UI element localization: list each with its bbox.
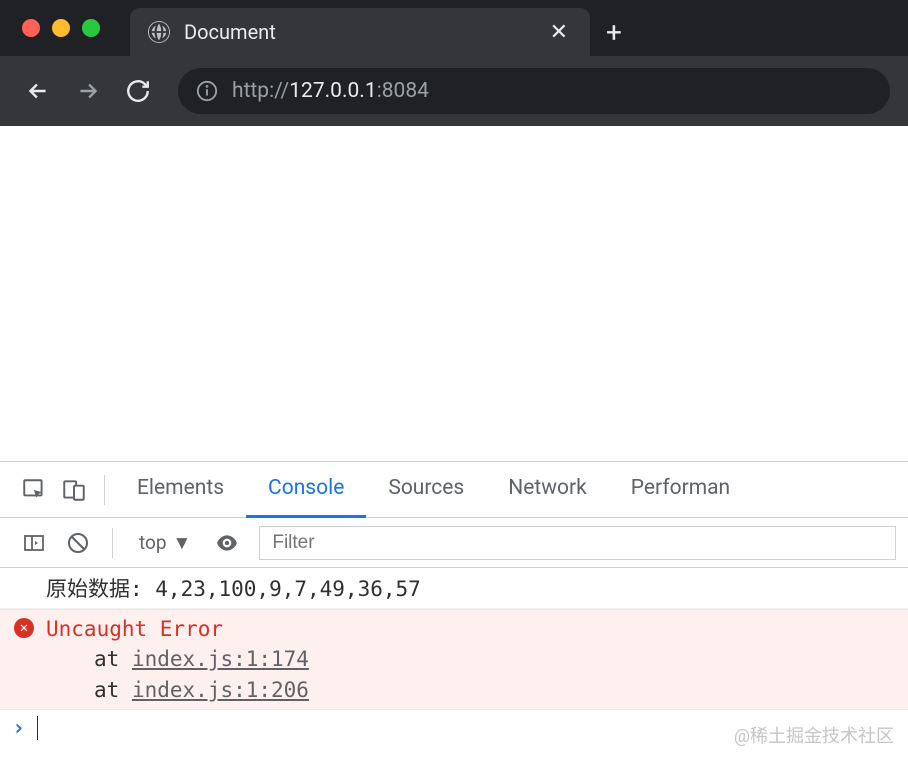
site-info-icon[interactable] [196,80,218,102]
context-label: top [139,531,167,554]
divider [112,528,113,558]
reload-button[interactable] [118,71,158,111]
tab-network[interactable]: Network [486,462,609,518]
tab-title: Document [184,20,532,44]
globe-icon [148,21,170,43]
error-body: Uncaught Error at index.js:1:174 at inde… [46,614,309,705]
tab-close-button[interactable]: ✕ [546,18,572,47]
page-content [0,126,908,461]
url-port: :8084 [377,79,429,103]
stack-link[interactable]: index.js:1:174 [132,647,309,671]
console-toolbar: top ▼ [0,518,908,568]
console-log-row[interactable]: 原始数据: 4,23,100,9,7,49,36,57 [0,568,908,609]
inspect-element-icon[interactable] [14,470,54,510]
watermark: @稀土掘金技术社区 [734,722,894,748]
divider [104,475,105,505]
console-error-row[interactable]: ✕ Uncaught Error at index.js:1:174 at in… [0,609,908,710]
tab-sources[interactable]: Sources [366,462,486,518]
browser-chrome: Document ✕ + http://127.0.0.1:8084 [0,0,908,126]
error-title: Uncaught Error [46,614,309,644]
url-protocol: http:// [232,79,289,103]
console-output: 原始数据: 4,23,100,9,7,49,36,57 ✕ Uncaught E… [0,568,908,746]
clear-console-icon[interactable] [58,523,98,563]
device-toolbar-icon[interactable] [54,470,94,510]
log-message: 原始数据: 4,23,100,9,7,49,36,57 [46,573,421,603]
console-sidebar-toggle-icon[interactable] [14,523,54,563]
tab-console[interactable]: Console [246,462,366,518]
back-button[interactable] [18,71,58,111]
console-filter-input[interactable] [259,526,896,560]
browser-toolbar: http://127.0.0.1:8084 [0,56,908,126]
error-icon: ✕ [14,618,34,638]
window-controls [0,0,130,56]
url-host: 127.0.0.1 [289,79,376,103]
stack-frame: at index.js:1:206 [46,675,309,705]
cursor [37,716,38,740]
address-bar[interactable]: http://127.0.0.1:8084 [178,68,890,114]
forward-button[interactable] [68,71,108,111]
chevron-right-icon: › [12,716,25,741]
window-close-button[interactable] [22,19,40,37]
tab-strip: Document ✕ + [0,0,908,56]
window-maximize-button[interactable] [82,19,100,37]
tab-performance[interactable]: Performan [609,462,752,518]
live-expression-icon[interactable] [207,523,247,563]
execution-context-selector[interactable]: top ▼ [127,531,203,555]
window-minimize-button[interactable] [52,19,70,37]
stack-frame: at index.js:1:174 [46,644,309,674]
browser-tab[interactable]: Document ✕ [130,8,590,56]
new-tab-button[interactable]: + [590,8,638,56]
devtools-tab-bar: Elements Console Sources Network Perform… [0,462,908,518]
devtools-panel: Elements Console Sources Network Perform… [0,461,908,746]
url-text: http://127.0.0.1:8084 [232,79,429,103]
stack-link[interactable]: index.js:1:206 [132,678,309,702]
tab-elements[interactable]: Elements [115,462,246,518]
chevron-down-icon: ▼ [173,531,192,555]
